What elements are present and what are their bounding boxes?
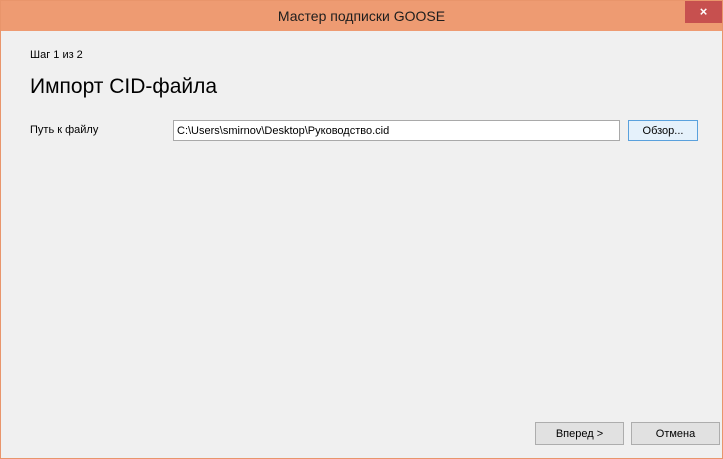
- window-title: Мастер подписки GOOSE: [277, 8, 446, 24]
- file-path-input[interactable]: [173, 120, 620, 141]
- wizard-window: Мастер подписки GOOSE × Шаг 1 из 2 Импор…: [0, 0, 723, 459]
- step-indicator: Шаг 1 из 2: [30, 49, 83, 61]
- browse-button[interactable]: Обзор...: [628, 120, 698, 141]
- page-title: Импорт CID-файла: [30, 75, 218, 98]
- cancel-button[interactable]: Отмена: [631, 422, 720, 445]
- file-path-label: Путь к файлу: [30, 124, 99, 136]
- next-button[interactable]: Вперед >: [535, 422, 624, 445]
- close-icon[interactable]: ×: [685, 1, 722, 23]
- title-bar[interactable]: Мастер подписки GOOSE ×: [1, 1, 722, 31]
